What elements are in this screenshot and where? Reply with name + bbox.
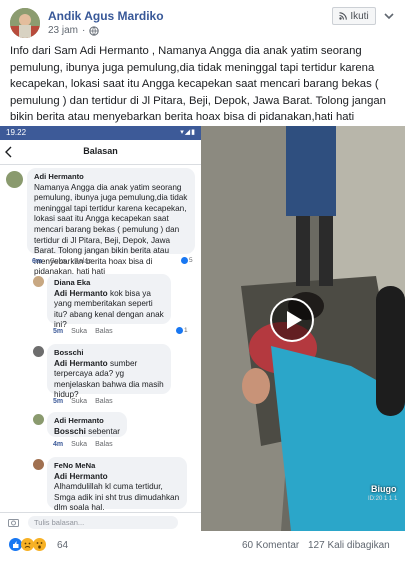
comment-mention: Adi Hermanto	[54, 288, 110, 298]
rss-icon	[339, 12, 348, 20]
like-link: Suka	[71, 441, 88, 448]
globe-icon	[89, 25, 100, 36]
reply-input[interactable]: Tulis balasan...	[28, 516, 178, 529]
video-watermark: Biugo	[371, 484, 397, 494]
comment-actions: 4m Suka Balas	[53, 441, 113, 448]
author-avatar[interactable]	[10, 8, 40, 38]
comment-text: sebentar	[88, 426, 121, 436]
comment-mention: Adi Hermanto	[54, 358, 110, 368]
like-link: Suka	[50, 258, 67, 265]
comment-actions: 5m Suka Balas	[53, 328, 113, 335]
status-icons: ▾◢▮	[180, 129, 196, 136]
commenter-avatar	[33, 276, 44, 287]
reply-link: Balas	[95, 328, 113, 335]
commenter-name: Bosschi	[54, 348, 84, 357]
comment-time: 5m	[53, 398, 64, 405]
play-button[interactable]	[270, 298, 314, 342]
comment-mention: Bosschi	[54, 426, 89, 436]
comment-time: 4m	[53, 441, 64, 448]
comment-time: 5m	[53, 328, 64, 335]
like-icon	[181, 257, 188, 264]
comment-bubble: FeNo MeNa Adi Hermanto Alhamdulillah kl …	[47, 457, 187, 513]
commenter-avatar	[33, 459, 44, 470]
reply-link: Balas	[74, 258, 92, 265]
phone-status-bar: 19.22 ▾◢▮	[0, 126, 201, 140]
commenter-name: FeNo MeNa	[54, 461, 96, 470]
status-time: 19.22	[6, 128, 27, 137]
reply-link: Balas	[95, 441, 113, 448]
facebook-post: Andik Agus Mardiko 23 jam · Ikuti Info d…	[0, 0, 405, 566]
camera-icon[interactable]	[8, 518, 19, 527]
video-id: ID:20 1 1 1	[368, 496, 398, 502]
commenter-avatar	[6, 171, 23, 188]
post-media[interactable]: 19.22 ▾◢▮ Balasan Adi Hermanto Namanya A…	[0, 126, 405, 531]
comment-mention: Adi Hermanto	[54, 471, 108, 481]
comment-time: 6m	[32, 258, 43, 265]
post-time[interactable]: 23 jam	[48, 25, 78, 36]
like-link: Suka	[71, 328, 88, 335]
reaction-count: 1	[176, 327, 188, 334]
reaction-count: 5	[181, 257, 193, 264]
like-icon	[176, 327, 183, 334]
comment-actions: 5m Suka Balas	[53, 398, 113, 405]
comment-bubble: Bosschi Adi Hermanto sumber terpercaya a…	[47, 344, 171, 399]
reaction-total[interactable]: 64	[57, 540, 68, 551]
author-name[interactable]: Andik Agus Mardiko	[48, 9, 164, 23]
reaction-number: 1	[184, 327, 188, 334]
comment-actions: 6m Suka Balas	[32, 258, 92, 265]
reply-composer: Tulis balasan...	[0, 512, 201, 531]
phone-title-bar: Balasan	[0, 140, 201, 165]
comment-text: Alhamdulillah kl cuma tertidur, Smga adi…	[54, 482, 180, 513]
comment-bubble: Adi Hermanto Namanya Angga dia anak yati…	[27, 168, 195, 276]
comment-screenshot[interactable]: 19.22 ▾◢▮ Balasan Adi Hermanto Namanya A…	[0, 126, 201, 531]
post-text: Info dari Sam Adi Hermanto , Namanya Ang…	[10, 45, 386, 123]
post-footer: 64 60 Komentar 127 Kali dibagikan	[0, 531, 405, 566]
like-link: Suka	[71, 398, 88, 405]
comment-bubble: Adi Hermanto Bosschi sebentar	[47, 412, 127, 437]
follow-label: Ikuti	[350, 10, 369, 22]
comments-count[interactable]: 60 Komentar	[242, 540, 299, 551]
wow-reaction-icon[interactable]	[33, 538, 46, 551]
commenter-avatar	[33, 414, 44, 425]
reaction-number: 5	[189, 257, 193, 264]
separator: ·	[82, 25, 86, 36]
reply-link: Balas	[95, 398, 113, 405]
commenter-name: Adi Hermanto	[54, 416, 104, 425]
commenter-avatar	[33, 346, 44, 357]
commenter-name: Diana Eka	[54, 278, 91, 287]
post-meta: 23 jam ·	[48, 25, 100, 36]
comment-bubble: Diana Eka Adi Hermanto kok bisa ya yang …	[47, 274, 171, 329]
phone-title: Balasan	[83, 146, 118, 156]
commenter-name: Adi Hermanto	[34, 172, 84, 181]
follow-button[interactable]: Ikuti	[332, 7, 376, 25]
chevron-down-icon[interactable]	[383, 10, 395, 22]
shares-count[interactable]: 127 Kali dibagikan	[308, 540, 390, 551]
play-icon	[287, 311, 302, 329]
